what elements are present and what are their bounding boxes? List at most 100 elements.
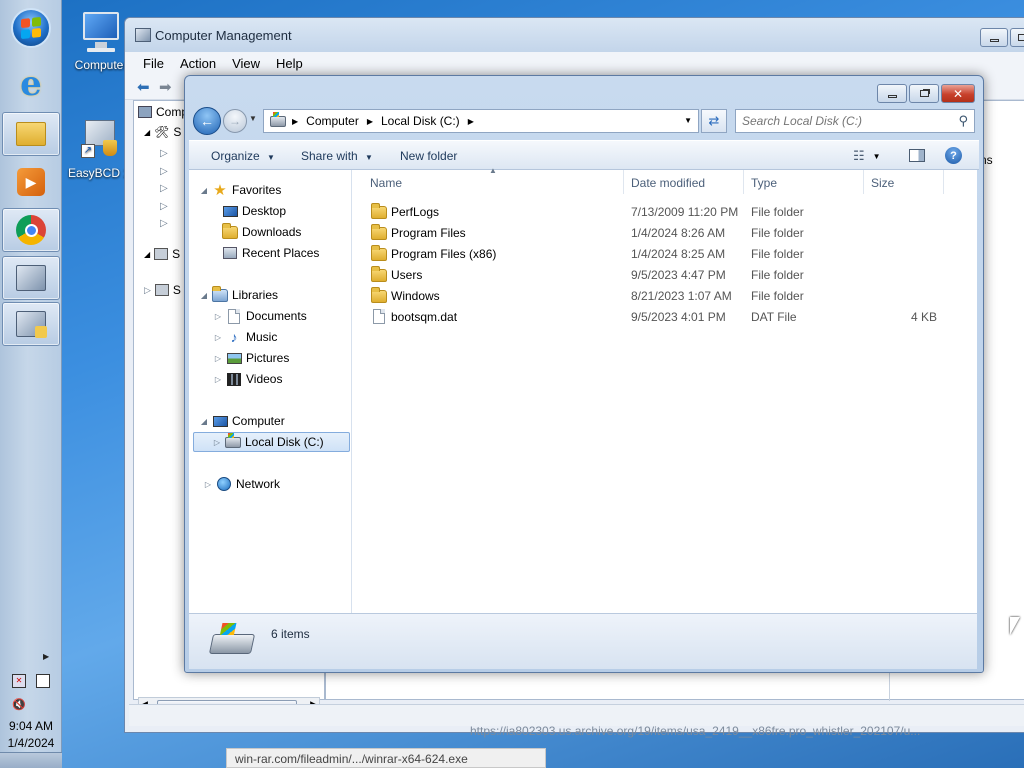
file-row[interactable]: Program Files (x86) 1/4/2024 8:25 AM Fil… — [352, 244, 952, 264]
nav-videos-label: Videos — [246, 372, 283, 386]
breadcrumb-separator-icon[interactable]: ▶ — [468, 117, 474, 126]
preview-pane-button[interactable] — [909, 149, 925, 162]
back-button[interactable]: ← — [193, 107, 221, 135]
nav-libraries[interactable]: ◢ Libraries — [199, 285, 278, 305]
taskbar-chrome[interactable] — [2, 208, 60, 252]
menu-help[interactable]: Help — [268, 56, 311, 71]
file-row[interactable]: PerfLogs 7/13/2009 11:20 PM File folder — [352, 202, 952, 222]
back-arrow-icon[interactable]: ⬅ — [137, 78, 150, 96]
collapse-arrow-icon[interactable]: ◢ — [199, 186, 209, 195]
nav-local-disk[interactable]: ▷ Local Disk (C:) — [193, 432, 350, 452]
expand-arrow-icon[interactable]: ▷ — [213, 312, 223, 321]
help-button[interactable]: ? — [945, 147, 962, 164]
maximize-icon — [1017, 34, 1024, 41]
desktop-icon-easybcd[interactable]: ↗ EasyBCD 2 — [66, 118, 132, 180]
refresh-button[interactable]: ⇄ — [701, 109, 727, 133]
share-with-menu[interactable]: Share with ▼ — [301, 149, 373, 163]
file-row[interactable]: Windows 8/21/2023 1:07 AM File folder — [352, 286, 952, 306]
breadcrumb-local-disk[interactable]: Local Disk (C:) — [381, 114, 460, 128]
show-hidden-icons-arrow-icon[interactable]: ▶ — [43, 652, 49, 661]
start-button[interactable] — [2, 6, 60, 50]
collapse-arrow-icon[interactable]: ◢ — [199, 417, 209, 426]
explorer-minimize-button[interactable] — [877, 84, 907, 103]
nav-pictures[interactable]: ▷ Pictures — [213, 348, 289, 368]
explorer-window[interactable]: ✕ ← → ▼ ▶ Computer ▶ Local Disk (C:) ▶ ▼… — [184, 75, 984, 673]
volume-muted-icon[interactable]: 🔇 — [12, 698, 26, 711]
breadcrumb-separator-icon[interactable]: ▶ — [292, 117, 298, 126]
file-name: bootsqm.dat — [391, 310, 458, 324]
nav-downloads[interactable]: Downloads — [219, 222, 301, 242]
menu-view[interactable]: View — [224, 56, 268, 71]
nav-documents[interactable]: ▷ Documents — [213, 306, 307, 326]
expand-arrow-icon[interactable]: ▷ — [213, 333, 223, 342]
search-icon[interactable]: ⚲ — [958, 113, 968, 129]
nav-music[interactable]: ▷ ♪ Music — [213, 327, 277, 347]
file-size: 4 KB — [910, 310, 937, 324]
explorer-restore-button[interactable] — [909, 84, 939, 103]
change-view-button[interactable]: ☷ ▼ — [853, 148, 881, 164]
menu-action[interactable]: Action — [172, 56, 224, 71]
column-header-type[interactable]: Type — [751, 176, 777, 190]
expand-arrow-icon[interactable]: ▷ — [212, 438, 222, 447]
libraries-icon — [211, 285, 229, 303]
show-desktop-button[interactable] — [0, 752, 62, 768]
nav-computer[interactable]: ◢ Computer — [199, 411, 285, 431]
recent-pages-dropdown[interactable]: ▼ — [249, 114, 257, 123]
column-header-name[interactable]: Name — [370, 176, 402, 190]
nav-videos[interactable]: ▷ Videos — [213, 369, 283, 389]
search-input[interactable] — [738, 112, 948, 130]
tree-subitems: ▷ ▷ ▷ ▷ ▷ — [160, 148, 168, 229]
cm-minimize-button[interactable] — [980, 28, 1008, 47]
collapse-arrow-icon[interactable]: ◢ — [144, 128, 150, 137]
tree-root[interactable]: Comp — [138, 105, 188, 119]
file-row[interactable]: Users 9/5/2023 4:47 PM File folder — [352, 265, 952, 285]
favorites-star-icon: ★ — [213, 182, 227, 199]
dat-file-icon — [373, 309, 385, 324]
taskbar-windows-explorer[interactable] — [2, 112, 60, 156]
expand-arrow-icon[interactable]: ▷ — [203, 480, 213, 489]
file-row[interactable]: Program Files 1/4/2024 8:26 AM File fold… — [352, 223, 952, 243]
taskbar-computer-management[interactable] — [2, 256, 60, 300]
expand-arrow-icon[interactable]: ▷ — [213, 375, 223, 384]
search-box[interactable]: ⚲ — [735, 109, 975, 133]
taskbar-easybcd[interactable] — [2, 302, 60, 346]
cm-maximize-button[interactable] — [1010, 28, 1024, 47]
nav-desktop[interactable]: Desktop — [219, 201, 286, 221]
collapse-arrow-icon[interactable]: ◢ — [199, 291, 209, 300]
organize-menu[interactable]: Organize ▼ — [211, 149, 275, 163]
column-header-date-modified[interactable]: Date modified — [631, 176, 705, 190]
collapse-arrow-icon[interactable]: ◢ — [144, 250, 150, 259]
nav-libraries-label: Libraries — [232, 288, 279, 302]
tree-item-system-tools[interactable]: ◢ 🛠 S — [144, 125, 181, 139]
expand-arrow-icon[interactable]: ▷ — [144, 285, 151, 296]
tree-item-services[interactable]: ▷ S — [144, 283, 181, 297]
nav-favorites[interactable]: ◢ ★ Favorites — [199, 180, 281, 200]
cm-title-bar[interactable]: Computer Management — [125, 18, 1024, 52]
address-history-dropdown-icon[interactable]: ▼ — [684, 116, 692, 125]
breadcrumb-separator-icon[interactable]: ▶ — [367, 117, 373, 126]
explorer-close-button[interactable]: ✕ — [941, 84, 975, 103]
services-icon — [154, 284, 169, 296]
menu-file[interactable]: File — [135, 56, 172, 71]
nav-recent-places[interactable]: Recent Places — [219, 243, 319, 263]
desktop-icon — [221, 203, 239, 219]
file-row[interactable]: bootsqm.dat 9/5/2023 4:01 PM DAT File 4 … — [352, 307, 952, 327]
forward-arrow-icon[interactable]: ➡ — [159, 78, 172, 96]
column-header-size[interactable]: Size — [871, 176, 894, 190]
expand-arrow-icon[interactable]: ▷ — [213, 354, 223, 363]
new-folder-button[interactable]: New folder — [400, 149, 457, 163]
easybcd-icon — [16, 311, 47, 338]
forward-button[interactable]: → — [223, 109, 247, 133]
nav-network[interactable]: ▷ Network — [203, 474, 280, 494]
tree-item-storage[interactable]: ◢ S — [144, 247, 180, 261]
address-bar[interactable]: ▶ Computer ▶ Local Disk (C:) ▶ ▼ — [263, 109, 699, 133]
computer-management-icon — [138, 106, 152, 118]
chevron-down-icon: ▼ — [872, 151, 881, 161]
breadcrumb-computer[interactable]: Computer — [306, 114, 359, 128]
system-clock[interactable]: 9:04 AM 1/4/2024 — [0, 718, 62, 752]
network-status-icon[interactable]: ✕ — [12, 674, 26, 688]
taskbar-internet-explorer[interactable]: e — [2, 62, 60, 106]
chevron-down-icon: ▼ — [365, 153, 373, 162]
action-center-icon[interactable] — [36, 674, 50, 688]
taskbar-media-player[interactable]: ▶ — [2, 160, 60, 204]
